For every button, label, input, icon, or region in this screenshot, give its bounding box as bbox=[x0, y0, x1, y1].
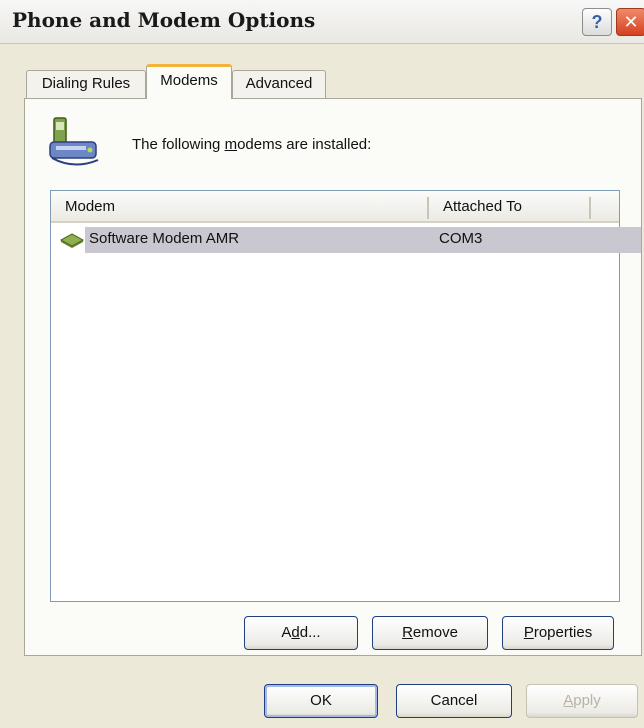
tab-dialing-rules[interactable]: Dialing Rules bbox=[26, 70, 146, 98]
tab-modems[interactable]: Modems bbox=[146, 64, 232, 99]
modems-list[interactable]: Modem Attached To Software Modem AMR COM… bbox=[50, 190, 641, 602]
tab-label: Modems bbox=[160, 72, 218, 89]
window-title: Phone and Modem Options bbox=[12, 8, 316, 32]
modem-name-cell: Software Modem AMR bbox=[89, 230, 240, 247]
modem-icon bbox=[59, 233, 85, 248]
column-header-empty bbox=[591, 191, 619, 223]
add-button[interactable]: Add... bbox=[244, 616, 358, 650]
tab-advanced[interactable]: Advanced bbox=[232, 70, 326, 98]
tab-label: Dialing Rules bbox=[41, 75, 131, 92]
phone-modem-icon bbox=[49, 117, 99, 166]
column-header-modem[interactable]: Modem bbox=[51, 191, 429, 223]
attached-to-cell: COM3 bbox=[439, 230, 483, 247]
help-button[interactable]: ? bbox=[582, 8, 612, 36]
cancel-button[interactable]: Cancel bbox=[396, 684, 512, 718]
properties-button[interactable]: Properties bbox=[502, 616, 614, 650]
tab-label: Advanced bbox=[245, 75, 313, 92]
close-icon: ✕ bbox=[623, 12, 639, 32]
column-header-attached-to[interactable]: Attached To bbox=[429, 191, 591, 223]
apply-button[interactable]: Apply bbox=[526, 684, 638, 718]
ok-button[interactable]: OK bbox=[264, 684, 378, 718]
title-bar: Phone and Modem Options ? ✕ bbox=[0, 0, 644, 44]
remove-button[interactable]: Remove bbox=[372, 616, 488, 650]
installed-modems-label: The following modems are installed: bbox=[132, 136, 372, 153]
close-button[interactable]: ✕ bbox=[616, 8, 644, 36]
help-icon: ? bbox=[591, 12, 603, 32]
